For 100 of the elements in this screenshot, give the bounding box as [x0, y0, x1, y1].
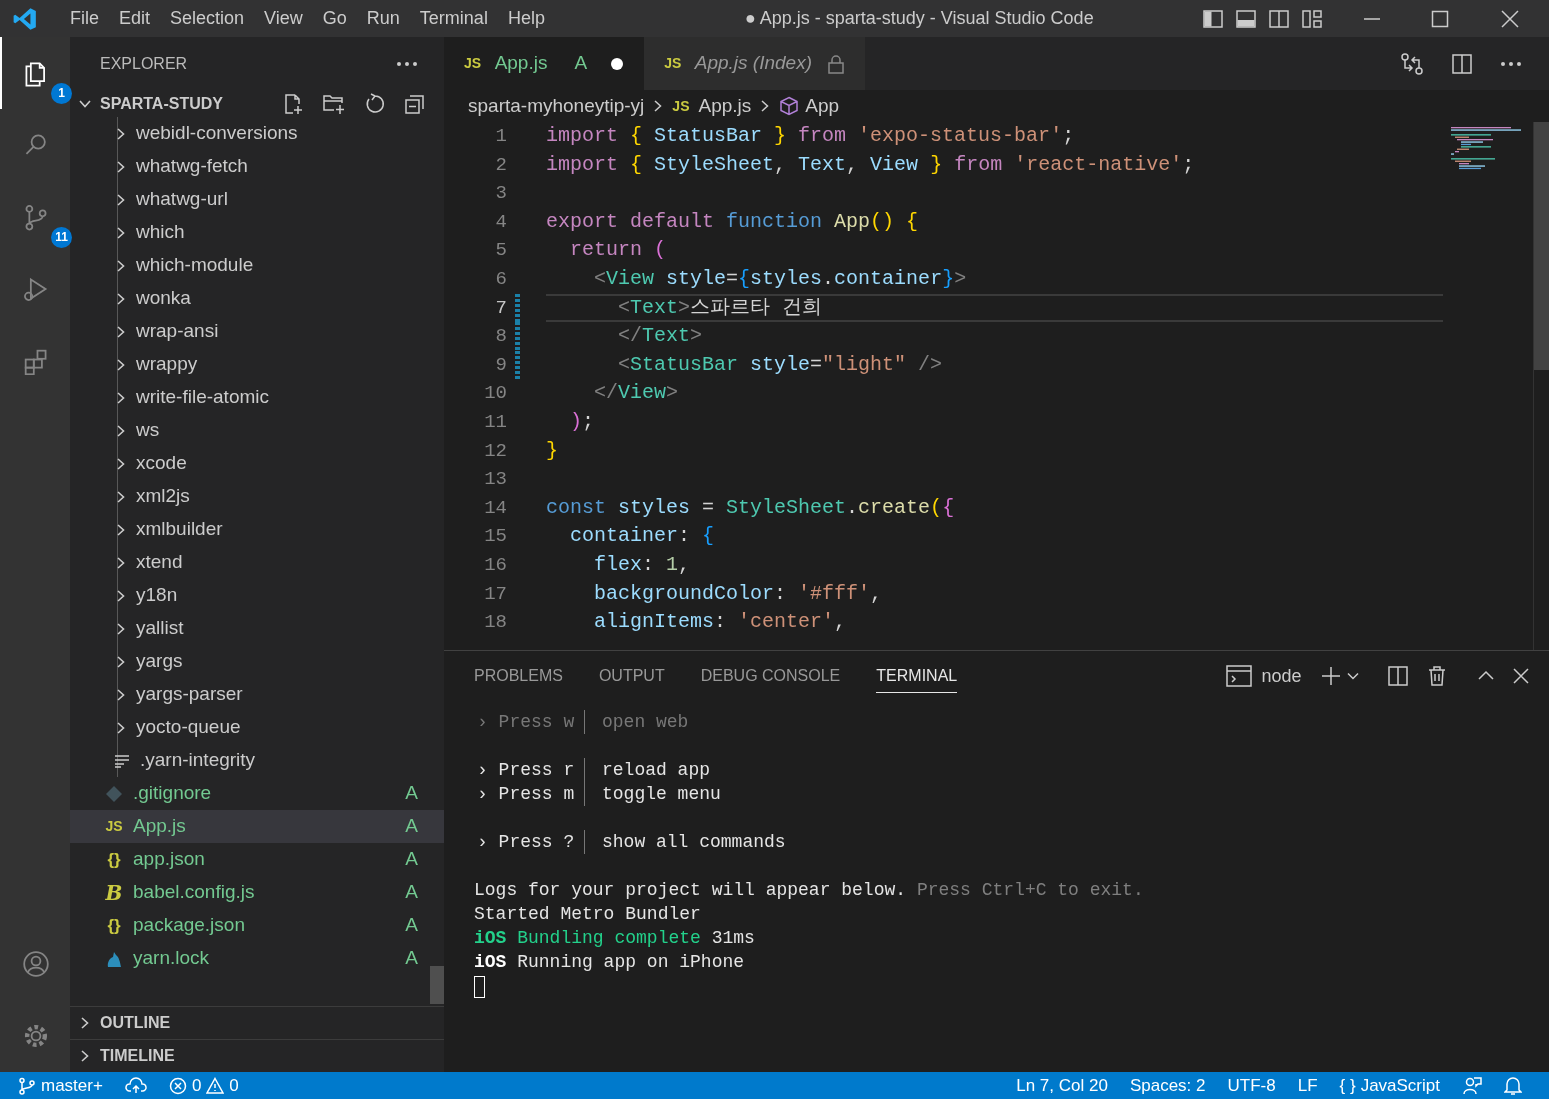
scrollbar-thumb[interactable]	[430, 966, 444, 1004]
code-line: </View>	[593, 381, 679, 405]
terminal-icon[interactable]	[1226, 665, 1253, 687]
compare-changes-icon[interactable]	[1400, 51, 1424, 76]
code-line: alignItems: 'center',	[593, 610, 847, 634]
breadcrumb-item[interactable]: App	[805, 91, 840, 121]
tree-item[interactable]: .gitignore A	[70, 777, 444, 810]
panel-tab[interactable]: OUTPUT	[598, 659, 665, 693]
lock-icon	[827, 53, 845, 74]
split-terminal-icon[interactable]	[1387, 665, 1409, 687]
tree-item[interactable]: xmlbuilder	[106, 513, 444, 546]
tree-item[interactable]: yocto-queue	[106, 711, 444, 744]
tree-item[interactable]: {} package.json A	[70, 909, 444, 942]
maximize-icon[interactable]	[1431, 9, 1449, 28]
trash-icon[interactable]	[1427, 665, 1447, 687]
menu-item[interactable]: Run	[356, 5, 410, 32]
warning-count[interactable]: 0	[229, 1072, 239, 1099]
code-line: container: {	[569, 524, 715, 548]
split-layout-icon[interactable]	[1268, 7, 1290, 30]
menu-item[interactable]: Go	[312, 5, 357, 32]
panel-tab[interactable]: TERMINAL	[876, 659, 958, 693]
new-file-icon[interactable]	[282, 92, 304, 115]
section-header[interactable]: TIMELINE	[100, 1044, 175, 1068]
sidebar-toggle-icon[interactable]	[1202, 7, 1224, 30]
code-line: <Text>스파르타 건희	[617, 295, 823, 319]
tree-item[interactable]: whatwg-fetch	[106, 150, 444, 183]
feedback-icon[interactable]	[1462, 1075, 1482, 1096]
tree-item[interactable]: JS App.js A	[70, 810, 444, 843]
line-ending[interactable]: LF	[1286, 1072, 1329, 1099]
language-icon[interactable]: { }	[1339, 1072, 1356, 1099]
breadcrumb-item[interactable]: sparta-myhoneytip-yj	[468, 91, 645, 121]
tree-item[interactable]: wonka	[106, 282, 444, 315]
diamond-icon	[105, 784, 123, 803]
code-line: <View style={styles.container}>	[593, 266, 967, 290]
tree-item[interactable]: which	[106, 216, 444, 249]
tree-item[interactable]: {} app.json A	[70, 843, 444, 876]
plus-icon[interactable]	[1319, 665, 1342, 687]
error-count[interactable]: 0	[191, 1072, 202, 1099]
tree-item[interactable]: yallist	[106, 612, 444, 645]
tree-item[interactable]: webidl-conversions	[106, 117, 444, 150]
encoding[interactable]: UTF-8	[1216, 1072, 1287, 1099]
indentation[interactable]: Spaces: 2	[1118, 1072, 1217, 1099]
account-icon[interactable]	[22, 950, 50, 978]
panel-tab[interactable]: PROBLEMS	[474, 659, 563, 693]
more-icon[interactable]	[1500, 60, 1522, 67]
new-folder-icon[interactable]	[322, 92, 346, 115]
tree-item[interactable]: xcode	[106, 447, 444, 480]
menu-item[interactable]: Selection	[160, 5, 255, 32]
terminal-text: show all commands	[584, 830, 786, 854]
layout-grid-icon[interactable]	[1301, 7, 1323, 30]
tree-item[interactable]: ws	[106, 414, 444, 447]
tree-item[interactable]: wrappy	[106, 348, 444, 381]
tree-item[interactable]: whatwg-url	[106, 183, 444, 216]
tree-item[interactable]: xml2js	[106, 480, 444, 513]
more-icon[interactable]	[396, 60, 418, 67]
refresh-icon[interactable]	[364, 92, 386, 115]
menu-item[interactable]: Edit	[109, 5, 161, 32]
tree-item[interactable]: yarn.lock A	[70, 942, 444, 975]
tree-item[interactable]: yargs-parser	[106, 678, 444, 711]
tree-item[interactable]: write-file-atomic	[106, 381, 444, 414]
close-icon[interactable]	[1501, 9, 1519, 28]
cursor-position[interactable]: Ln 7, Col 20	[1005, 1072, 1119, 1099]
line-number: 11	[483, 409, 507, 435]
settings-icon[interactable]	[22, 1022, 50, 1050]
terminal-name[interactable]: node	[1261, 662, 1302, 690]
folder-title[interactable]: SPARTA-STUDY	[100, 91, 223, 116]
bell-icon[interactable]	[1504, 1075, 1522, 1096]
breadcrumb-item[interactable]: App.js	[698, 91, 752, 121]
git-status: A	[405, 847, 418, 872]
branch-icon[interactable]	[18, 1076, 36, 1095]
menu-item[interactable]: Terminal	[409, 5, 498, 32]
tree-item[interactable]: which-module	[106, 249, 444, 282]
tree-item[interactable]: .yarn-integrity	[106, 744, 444, 777]
tree-item[interactable]: wrap-ansi	[106, 315, 444, 348]
scrollbar-thumb[interactable]	[1534, 122, 1549, 370]
line-number: 16	[483, 552, 507, 578]
branch-name[interactable]: master+	[41, 1072, 103, 1099]
line-number: 5	[494, 238, 507, 264]
panel-toggle-icon[interactable]	[1235, 7, 1257, 30]
menu-item[interactable]: View	[254, 5, 313, 32]
panel-tab[interactable]: DEBUG CONSOLE	[700, 659, 841, 693]
close-icon[interactable]	[1513, 668, 1529, 684]
section-header[interactable]: OUTLINE	[100, 1011, 171, 1035]
collapse-all-icon[interactable]	[404, 92, 426, 115]
warning-icon[interactable]	[206, 1076, 225, 1095]
cube-icon	[779, 96, 800, 116]
editor-tab[interactable]: JS App.js (Index)	[644, 37, 865, 90]
lines-icon	[114, 753, 130, 768]
menu-item[interactable]: Help	[497, 5, 555, 32]
tree-item[interactable]: y18n	[106, 579, 444, 612]
split-editor-icon[interactable]	[1451, 52, 1473, 75]
editor-tab[interactable]: JS App.js A	[444, 37, 645, 90]
tree-item[interactable]: yargs	[106, 645, 444, 678]
language-mode[interactable]: JavaScript	[1360, 1072, 1440, 1099]
tree-item[interactable]: xtend	[106, 546, 444, 579]
error-icon[interactable]	[168, 1076, 187, 1095]
cloud-upload-icon[interactable]	[124, 1076, 147, 1095]
sidebar-title: EXPLORER	[100, 53, 188, 74]
tree-item[interactable]: B babel.config.js A	[70, 876, 444, 909]
menu-item[interactable]: File	[60, 5, 109, 32]
